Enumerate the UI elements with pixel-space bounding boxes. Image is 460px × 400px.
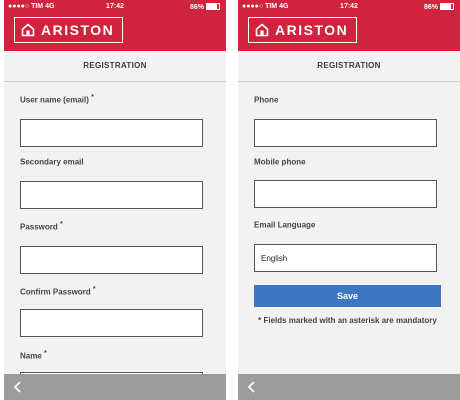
username-email-input[interactable] <box>20 119 203 147</box>
save-button[interactable]: Save <box>254 285 441 307</box>
mandatory-fields-note: * Fields marked with an asterisk are man… <box>258 316 437 325</box>
home-logo-icon <box>255 23 269 37</box>
status-bar: ●●●●○ TIM 4G 17:42 86% <box>4 0 226 12</box>
battery-icon <box>206 3 220 10</box>
email-language-select[interactable] <box>254 244 437 272</box>
confirm-password-input[interactable] <box>20 309 203 337</box>
app-header: ●●●●○ TIM 4G 17:42 86% ARISTON <box>4 0 226 51</box>
phone-input[interactable] <box>254 119 437 147</box>
battery-indicator: 86% <box>190 3 220 11</box>
ariston-logo: ARISTON <box>248 17 358 43</box>
name-label: Name * <box>20 350 47 361</box>
mobile-phone-label: Mobile phone <box>254 157 306 167</box>
mobile-phone-input[interactable] <box>254 180 437 208</box>
secondary-email-label: Secondary email <box>20 157 84 167</box>
phone-label: Phone <box>254 95 279 105</box>
app-header: ●●●●○ TIM 4G 17:42 86% ARISTON <box>238 0 460 51</box>
password-input[interactable] <box>20 246 203 274</box>
status-bar: ●●●●○ TIM 4G 17:42 86% <box>238 0 460 12</box>
battery-indicator: 86% <box>424 3 454 11</box>
phone-screen-registration-1: ●●●●○ TIM 4G 17:42 86% ARISTON REGISTRAT… <box>4 0 226 400</box>
bottom-bar <box>4 374 226 400</box>
chevron-left-icon[interactable] <box>8 377 28 397</box>
username-label: User name (email) * <box>20 94 94 105</box>
phone-screen-registration-2: ●●●●○ TIM 4G 17:42 86% ARISTON REGISTRAT… <box>238 0 460 400</box>
battery-percent: 86% <box>189 4 204 11</box>
password-label: Password * <box>20 221 63 232</box>
battery-percent: 86% <box>423 4 438 11</box>
bottom-bar <box>238 374 460 400</box>
page-title: REGISTRATION <box>4 51 226 82</box>
chevron-left-icon[interactable] <box>242 377 262 397</box>
secondary-email-input[interactable] <box>20 181 203 209</box>
ariston-logo: ARISTON <box>14 17 124 43</box>
brand-name: ARISTON <box>41 22 115 38</box>
battery-icon <box>440 3 454 10</box>
registration-form: User name (email) * Secondary email Pass… <box>4 82 226 374</box>
confirm-password-label: Confirm Password * <box>20 286 96 297</box>
registration-form-continued: Phone Mobile phone Email Language Save *… <box>238 82 460 374</box>
page-title: REGISTRATION <box>238 51 460 82</box>
email-language-label: Email Language <box>254 220 316 230</box>
home-logo-icon <box>21 23 35 37</box>
brand-name: ARISTON <box>275 22 349 38</box>
